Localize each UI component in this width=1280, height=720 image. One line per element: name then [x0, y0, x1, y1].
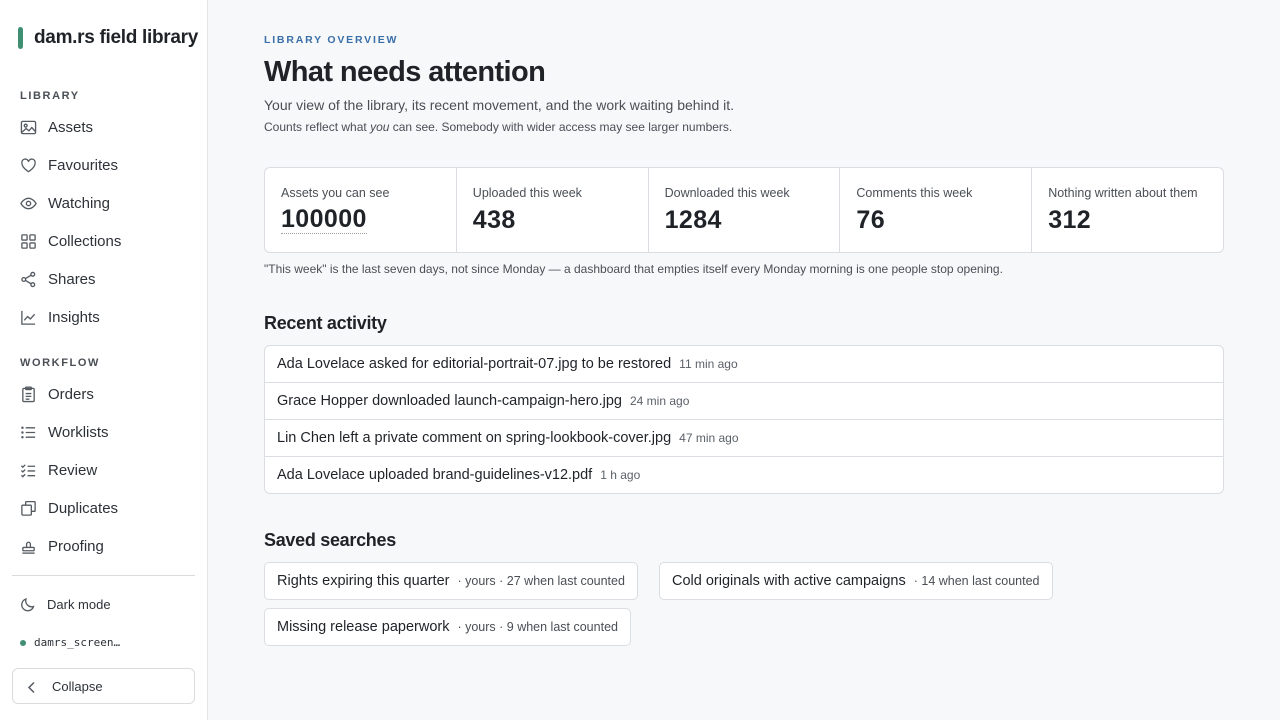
page-eyebrow: LIBRARY OVERVIEW [264, 34, 399, 46]
saved-search-meta: · 14 when last counted [913, 574, 1040, 588]
activity-text: Ada Lovelace asked for editorial-portrai… [277, 356, 672, 372]
heart-icon [20, 157, 37, 174]
brand[interactable]: dam.rs field library [18, 27, 198, 49]
activity-time: 1 h ago [600, 468, 641, 482]
page-title: What needs attention [264, 56, 546, 88]
saved-search-chip[interactable]: Missing release paperwork · yours · 9 wh… [264, 608, 631, 646]
activity-list: Ada Lovelace asked for editorial-portrai… [264, 345, 1224, 494]
saved-search-chip[interactable]: Rights expiring this quarter · yours · 2… [264, 562, 638, 600]
list-item[interactable]: Grace Hopper downloaded launch-campaign-… [265, 383, 1223, 420]
section-label-library: LIBRARY [20, 90, 80, 102]
user-name: damrs_screen… [34, 636, 121, 649]
current-user[interactable]: damrs_screen… [20, 636, 120, 649]
sidebar-item-review[interactable]: Review [20, 458, 97, 482]
list-item[interactable]: Ada Lovelace uploaded brand-guidelines-v… [265, 457, 1223, 493]
saved-search-name: Missing release paperwork [277, 619, 450, 635]
activity-time: 47 min ago [679, 431, 739, 445]
checklist-icon [20, 462, 37, 479]
sidebar-item-label: Watching [48, 194, 110, 212]
saved-searches-heading: Saved searches [264, 530, 396, 550]
sidebar-item-label: Collections [48, 232, 122, 250]
stat-comments-week: Comments this week 76 [840, 168, 1033, 252]
sidebar: dam.rs field library LIBRARY Assets Favo… [0, 0, 208, 720]
note-emphasis: you [370, 120, 390, 134]
note-text: Counts reflect what [264, 120, 371, 134]
grid-icon [20, 233, 37, 250]
stats-panel: Assets you can see 100000 Uploaded this … [264, 167, 1224, 253]
sidebar-item-proofing[interactable]: Proofing [20, 534, 104, 558]
section-label-workflow: WORKFLOW [20, 357, 101, 369]
collapse-button[interactable]: Collapse [12, 668, 195, 704]
saved-search-meta: · yours · 27 when last counted [457, 574, 625, 588]
sidebar-item-collections[interactable]: Collections [20, 229, 121, 253]
stat-nothing-written: Nothing written about them 312 [1032, 168, 1223, 252]
stat-label: Assets you can see [281, 186, 390, 200]
activity-time: 11 min ago [679, 357, 738, 371]
page-subtitle: Your view of the library, its recent mov… [264, 97, 735, 113]
stat-downloaded-week: Downloaded this week 1284 [649, 168, 841, 252]
collapse-label: Collapse [52, 678, 103, 694]
sidebar-item-label: Insights [48, 308, 100, 326]
saved-search-chip[interactable]: Cold originals with active campaigns · 1… [659, 562, 1053, 600]
stat-label: Downloaded this week [664, 186, 790, 200]
chevron-left-icon [25, 679, 39, 694]
stats-footnote: "This week" is the last seven days, not … [264, 262, 1003, 276]
share-icon [20, 271, 37, 288]
sidebar-item-label: Proofing [48, 537, 104, 555]
visibility-note: Counts reflect what you can see. Somebod… [264, 120, 732, 134]
saved-search-name: Cold originals with active campaigns [672, 573, 906, 589]
stat-uploaded-week: Uploaded this week 438 [457, 168, 649, 252]
list-item[interactable]: Ada Lovelace asked for editorial-portrai… [265, 346, 1223, 383]
sidebar-item-shares[interactable]: Shares [20, 267, 96, 291]
sidebar-item-label: Orders [48, 385, 94, 403]
activity-text: Ada Lovelace uploaded brand-guidelines-v… [277, 467, 593, 483]
stat-label: Uploaded this week [472, 186, 582, 200]
stat-value: 438 [472, 206, 516, 234]
copy-icon [20, 500, 37, 517]
dark-mode-label: Dark mode [47, 596, 111, 612]
dark-mode-toggle[interactable]: Dark mode [20, 596, 111, 612]
recent-activity-heading: Recent activity [264, 313, 387, 333]
activity-text: Lin Chen left a private comment on sprin… [277, 430, 672, 446]
stat-value[interactable]: 100000 [281, 206, 367, 234]
line-chart-icon [20, 309, 37, 326]
moon-icon [20, 596, 36, 612]
sidebar-item-orders[interactable]: Orders [20, 382, 94, 406]
sidebar-item-label: Duplicates [48, 499, 119, 517]
list-item[interactable]: Lin Chen left a private comment on sprin… [265, 420, 1223, 457]
status-dot [20, 639, 26, 646]
eye-icon [20, 195, 37, 212]
sidebar-item-label: Review [48, 461, 98, 479]
sidebar-item-label: Shares [48, 270, 96, 288]
stat-label: Comments this week [856, 186, 973, 200]
stat-label: Nothing written about them [1048, 186, 1198, 200]
app-name: dam.rs field library [34, 27, 199, 48]
stat-value: 1284 [664, 206, 722, 234]
clipboard-icon [20, 385, 37, 403]
note-text: can see. Somebody with wider access may … [389, 120, 733, 134]
brand-accent-bar [18, 27, 23, 49]
activity-text: Grace Hopper downloaded launch-campaign-… [277, 393, 622, 409]
stat-value: 76 [856, 206, 885, 234]
list-icon [20, 424, 37, 441]
stat-assets-visible: Assets you can see 100000 [265, 168, 457, 252]
sidebar-divider [12, 575, 195, 576]
sidebar-item-favourites[interactable]: Favourites [20, 153, 118, 177]
image-icon [20, 119, 37, 136]
sidebar-item-label: Favourites [48, 156, 119, 174]
sidebar-item-insights[interactable]: Insights [20, 305, 100, 329]
saved-search-name: Rights expiring this quarter [277, 573, 450, 589]
sidebar-item-assets[interactable]: Assets [20, 115, 93, 139]
activity-time: 24 min ago [630, 394, 690, 408]
stamp-icon [20, 538, 37, 555]
sidebar-item-label: Assets [48, 118, 94, 136]
sidebar-item-duplicates[interactable]: Duplicates [20, 496, 118, 520]
sidebar-item-watching[interactable]: Watching [20, 191, 110, 215]
stat-value: 312 [1048, 206, 1092, 234]
sidebar-item-worklists[interactable]: Worklists [20, 420, 109, 444]
saved-search-meta: · yours · 9 when last counted [457, 620, 618, 634]
sidebar-item-label: Worklists [48, 423, 109, 441]
